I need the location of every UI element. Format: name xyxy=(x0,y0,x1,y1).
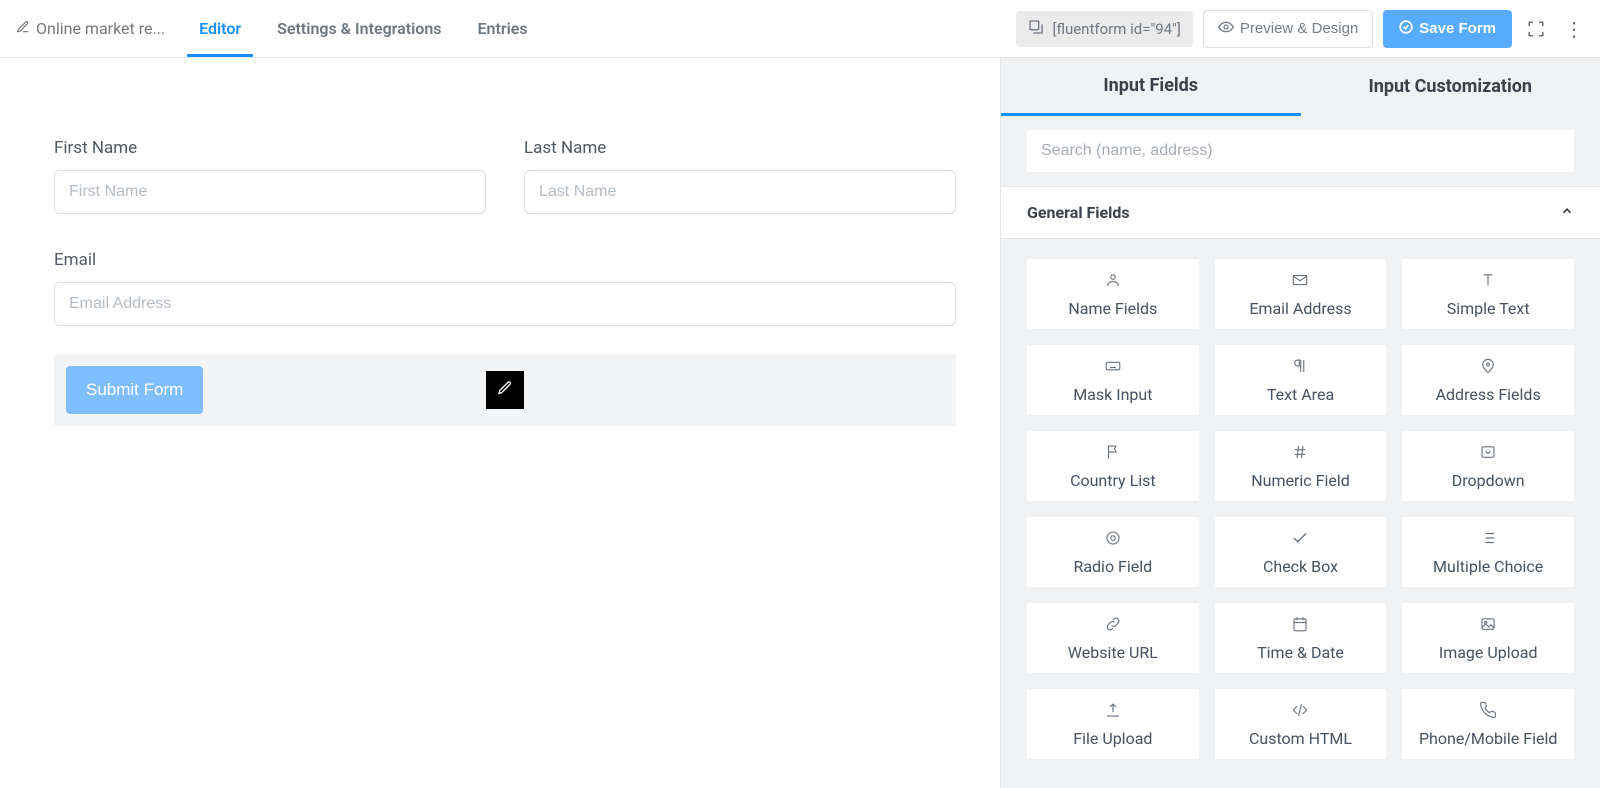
field-card-flag[interactable]: Country List xyxy=(1027,431,1199,501)
flag-icon xyxy=(1104,443,1122,461)
field-card-calendar[interactable]: Time & Date xyxy=(1215,603,1387,673)
field-card-upload[interactable]: File Upload xyxy=(1027,689,1199,759)
section-title: General Fields xyxy=(1027,203,1130,222)
sidebar: Input Fields Input Customization General… xyxy=(1000,58,1600,788)
chevron-up-icon xyxy=(1560,203,1574,222)
field-card-label: Address Fields xyxy=(1436,385,1541,404)
hash-icon xyxy=(1291,443,1309,461)
field-card-mail[interactable]: Email Address xyxy=(1215,259,1387,329)
sidebar-tabs: Input Fields Input Customization xyxy=(1001,58,1600,116)
first-name-label: First Name xyxy=(54,138,486,158)
tab-settings[interactable]: Settings & Integrations xyxy=(277,1,441,56)
pin-icon xyxy=(1479,357,1497,375)
field-card-link[interactable]: Website URL xyxy=(1027,603,1199,673)
topbar: Online market re... Editor Settings & In… xyxy=(0,0,1600,58)
search-input[interactable] xyxy=(1027,130,1574,172)
field-card-text[interactable]: Simple Text xyxy=(1402,259,1574,329)
more-menu-icon[interactable]: ⋮ xyxy=(1560,15,1588,43)
submit-block[interactable]: Submit Form xyxy=(54,354,956,426)
image-icon xyxy=(1479,615,1497,633)
field-card-label: Dropdown xyxy=(1452,471,1525,490)
edit-handle[interactable] xyxy=(486,371,524,409)
field-card-list[interactable]: Multiple Choice xyxy=(1402,517,1574,587)
field-card-label: Phone/Mobile Field xyxy=(1419,729,1557,748)
upload-icon xyxy=(1104,701,1122,719)
field-card-label: Email Address xyxy=(1249,299,1351,318)
text-icon xyxy=(1479,271,1497,289)
field-card-check[interactable]: Check Box xyxy=(1215,517,1387,587)
email-input[interactable] xyxy=(54,282,956,326)
name-row: First Name Last Name xyxy=(54,138,956,214)
field-card-label: Simple Text xyxy=(1447,299,1530,318)
pencil-icon xyxy=(497,380,513,400)
dropdown-icon xyxy=(1479,443,1497,461)
field-card-hash[interactable]: Numeric Field xyxy=(1215,431,1387,501)
radio-icon xyxy=(1104,529,1122,547)
field-card-dropdown[interactable]: Dropdown xyxy=(1402,431,1574,501)
general-fields-section[interactable]: General Fields xyxy=(1001,186,1600,239)
field-card-phone[interactable]: Phone/Mobile Field xyxy=(1402,689,1574,759)
last-name-label: Last Name xyxy=(524,138,956,158)
field-card-label: Numeric Field xyxy=(1251,471,1350,490)
top-tabs: Editor Settings & Integrations Entries xyxy=(199,1,527,56)
link-icon xyxy=(1104,615,1122,633)
field-card-keyboard[interactable]: Mask Input xyxy=(1027,345,1199,415)
phone-icon xyxy=(1479,701,1497,719)
calendar-icon xyxy=(1291,615,1309,633)
fields-grid: Name Fields Email Address Simple Text Ma… xyxy=(1001,239,1600,779)
main: First Name Last Name Email Submit Form I… xyxy=(0,58,1600,788)
first-name-group[interactable]: First Name xyxy=(54,138,486,214)
sidebar-tab-customization[interactable]: Input Customization xyxy=(1301,58,1600,116)
user-icon xyxy=(1104,271,1122,289)
shortcode-text: [fluentform id="94"] xyxy=(1052,20,1180,38)
form-title: Online market re... xyxy=(36,19,165,38)
email-label: Email xyxy=(54,250,956,270)
preview-button[interactable]: Preview & Design xyxy=(1203,10,1373,48)
tab-entries[interactable]: Entries xyxy=(478,1,528,56)
field-card-label: Multiple Choice xyxy=(1433,557,1543,576)
field-card-paragraph[interactable]: Text Area xyxy=(1215,345,1387,415)
field-card-label: Time & Date xyxy=(1257,643,1344,662)
paragraph-icon xyxy=(1291,357,1309,375)
field-card-image[interactable]: Image Upload xyxy=(1402,603,1574,673)
field-card-label: Mask Input xyxy=(1073,385,1152,404)
search-wrap xyxy=(1001,116,1600,186)
shortcode-box[interactable]: [fluentform id="94"] xyxy=(1016,11,1192,47)
field-card-label: Country List xyxy=(1070,471,1156,490)
field-card-label: Website URL xyxy=(1068,643,1158,662)
mail-icon xyxy=(1291,271,1309,289)
field-card-radio[interactable]: Radio Field xyxy=(1027,517,1199,587)
field-card-code[interactable]: Custom HTML xyxy=(1215,689,1387,759)
last-name-group[interactable]: Last Name xyxy=(524,138,956,214)
code-icon xyxy=(1291,701,1309,719)
sidebar-tab-input-fields[interactable]: Input Fields xyxy=(1001,58,1301,116)
field-card-label: Text Area xyxy=(1267,385,1334,404)
form-canvas: First Name Last Name Email Submit Form xyxy=(0,58,1000,788)
form-title-wrap[interactable]: Online market re... xyxy=(16,19,165,38)
submit-button[interactable]: Submit Form xyxy=(66,366,203,414)
field-card-label: Custom HTML xyxy=(1249,729,1352,748)
copy-icon xyxy=(1028,19,1044,39)
eye-icon xyxy=(1218,19,1234,39)
top-actions: [fluentform id="94"] Preview & Design Sa… xyxy=(1016,10,1588,48)
list-icon xyxy=(1479,529,1497,547)
tab-editor[interactable]: Editor xyxy=(199,1,241,56)
email-group[interactable]: Email xyxy=(54,250,956,326)
keyboard-icon xyxy=(1104,357,1122,375)
field-card-label: Image Upload xyxy=(1439,643,1538,662)
first-name-input[interactable] xyxy=(54,170,486,214)
save-button[interactable]: Save Form xyxy=(1383,10,1512,48)
field-card-pin[interactable]: Address Fields xyxy=(1402,345,1574,415)
check-circle-icon xyxy=(1399,20,1413,38)
field-card-label: Name Fields xyxy=(1068,299,1157,318)
field-card-label: File Upload xyxy=(1073,729,1152,748)
field-card-label: Radio Field xyxy=(1073,557,1152,576)
field-card-label: Check Box xyxy=(1263,557,1338,576)
check-icon xyxy=(1291,529,1309,547)
pencil-icon xyxy=(16,19,30,38)
field-card-user[interactable]: Name Fields xyxy=(1027,259,1199,329)
last-name-input[interactable] xyxy=(524,170,956,214)
fullscreen-icon[interactable] xyxy=(1522,15,1550,43)
